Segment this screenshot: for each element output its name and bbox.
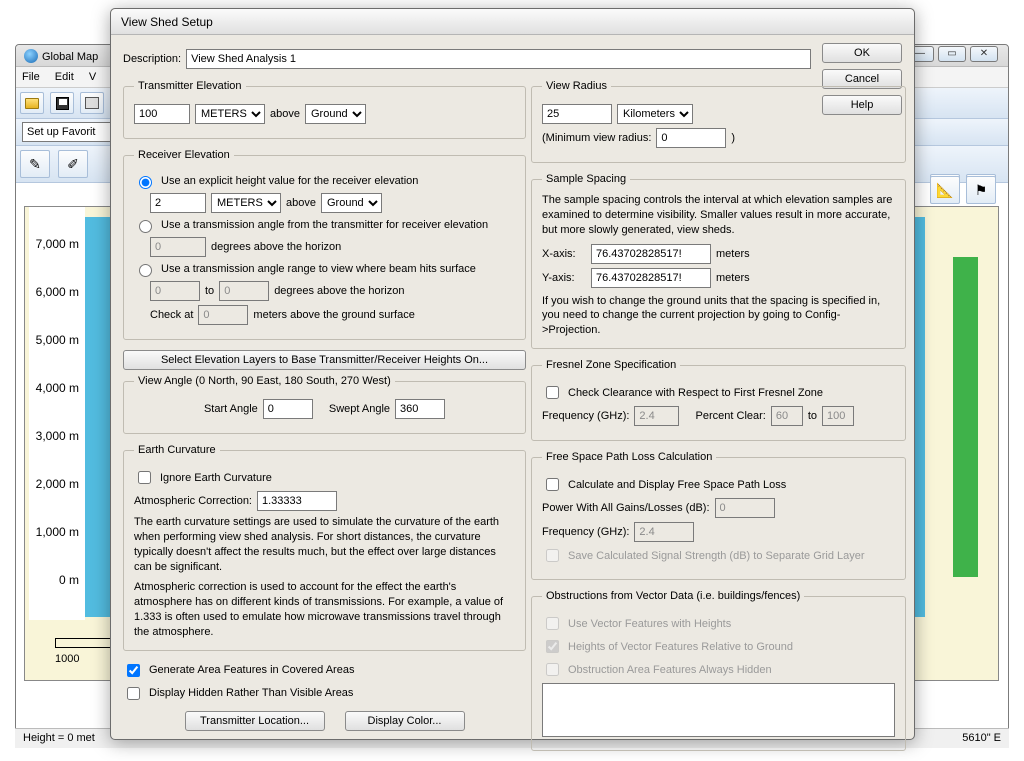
- loss-freq-input: [634, 522, 694, 542]
- swept-angle-input[interactable]: [395, 399, 445, 419]
- ok-button[interactable]: OK: [822, 43, 902, 63]
- obs-relative-ground-checkbox: [546, 640, 559, 653]
- rx-angle-input: [150, 237, 206, 257]
- viewshed-dialog: View Shed Setup Description: OK Cancel H…: [110, 8, 915, 740]
- rx-angle-to: [219, 281, 269, 301]
- view-radius-input[interactable]: [542, 104, 612, 124]
- description-input[interactable]: [186, 49, 811, 69]
- favorites-input[interactable]: [22, 122, 112, 142]
- save-button[interactable]: [50, 92, 74, 114]
- scale-bar: 1000: [55, 637, 115, 665]
- path-loss-group: Free Space Path Loss Calculation Calcula…: [531, 451, 906, 580]
- transmitter-location-button[interactable]: Transmitter Location...: [185, 711, 325, 731]
- obstructions-group: Obstructions from Vector Data (i.e. buil…: [531, 590, 906, 751]
- receiver-elevation-group: Receiver Elevation Use an explicit heigh…: [123, 149, 526, 340]
- status-coords: 5610" E: [962, 732, 1001, 745]
- display-color-button[interactable]: Display Color...: [345, 711, 465, 731]
- tx-elev-input[interactable]: [134, 104, 190, 124]
- floppy-icon: [56, 97, 69, 110]
- sample-spacing-group: Sample Spacing The sample spacing contro…: [531, 173, 906, 349]
- tool-flag[interactable]: ⚑: [966, 176, 996, 204]
- obstructions-list[interactable]: [542, 683, 895, 737]
- menu-edit[interactable]: Edit: [55, 71, 74, 83]
- rx-elev-ref[interactable]: Ground: [321, 193, 382, 213]
- fresnel-check-checkbox[interactable]: [546, 386, 559, 399]
- rx-elev-unit[interactable]: METERS: [211, 193, 281, 213]
- tool-erase[interactable]: ✐: [58, 150, 88, 178]
- maximize-button[interactable]: ▭: [938, 46, 966, 62]
- tx-elev-unit[interactable]: METERS: [195, 104, 265, 124]
- folder-open-icon: [25, 98, 39, 109]
- save-signal-checkbox: [546, 549, 559, 562]
- select-layers-button[interactable]: Select Elevation Layers to Base Transmit…: [123, 350, 526, 370]
- close-button[interactable]: ✕: [970, 46, 998, 62]
- tool-pan[interactable]: ✎: [20, 150, 50, 178]
- globe-icon: [24, 49, 38, 63]
- earth-curvature-help2: Atmospheric correction is used to accoun…: [134, 580, 515, 639]
- menu-v[interactable]: V: [89, 71, 96, 83]
- fresnel-pc-to: [822, 406, 854, 426]
- window-controls: — ▭ ✕: [906, 46, 998, 62]
- status-height: Height = 0 met: [23, 732, 95, 745]
- rx-explicit-radio[interactable]: [139, 176, 152, 189]
- tool-measure[interactable]: 📐: [930, 176, 960, 204]
- rx-angle-radio[interactable]: [139, 220, 152, 233]
- elevation-axis: 7,000 m 6,000 m 5,000 m 4,000 m 3,000 m …: [29, 207, 85, 620]
- atmospheric-correction-input[interactable]: [257, 491, 337, 511]
- fresnel-pc-from: [771, 406, 803, 426]
- rx-range-radio[interactable]: [139, 264, 152, 277]
- x-spacing-input[interactable]: [591, 244, 711, 264]
- ignore-curvature-checkbox[interactable]: [138, 471, 151, 484]
- transmitter-elevation-group: Transmitter Elevation METERS above Groun…: [123, 80, 526, 139]
- fresnel-group: Fresnel Zone Specification Check Clearan…: [531, 359, 906, 441]
- land-layer: [953, 257, 978, 577]
- tx-elev-ref[interactable]: Ground: [305, 104, 366, 124]
- printer-icon: [85, 97, 99, 109]
- rx-angle-from: [150, 281, 200, 301]
- view-radius-group: View Radius Kilometers (Minimum view rad…: [531, 80, 906, 163]
- earth-curvature-group: Earth Curvature Ignore Earth Curvature A…: [123, 444, 526, 651]
- earth-curvature-help1: The earth curvature settings are used to…: [134, 515, 515, 574]
- obs-use-vector-checkbox: [546, 617, 559, 630]
- rx-check-elev: [198, 305, 248, 325]
- view-angle-group: View Angle (0 North, 90 East, 180 South,…: [123, 375, 526, 434]
- open-button[interactable]: [20, 92, 44, 114]
- view-radius-unit[interactable]: Kilometers: [617, 104, 693, 124]
- menu-file[interactable]: File: [22, 71, 40, 83]
- dialog-title: View Shed Setup: [111, 9, 914, 35]
- generate-area-checkbox[interactable]: [127, 664, 140, 677]
- calc-loss-checkbox[interactable]: [546, 478, 559, 491]
- min-view-radius-input[interactable]: [656, 128, 726, 148]
- obs-hidden-checkbox: [546, 663, 559, 676]
- y-spacing-input[interactable]: [591, 268, 711, 288]
- display-hidden-checkbox[interactable]: [127, 687, 140, 700]
- loss-power-input: [715, 498, 775, 518]
- rx-elev-input[interactable]: [150, 193, 206, 213]
- print-button[interactable]: [80, 92, 104, 114]
- fresnel-freq-input: [634, 406, 679, 426]
- description-label: Description:: [123, 53, 181, 65]
- start-angle-input[interactable]: [263, 399, 313, 419]
